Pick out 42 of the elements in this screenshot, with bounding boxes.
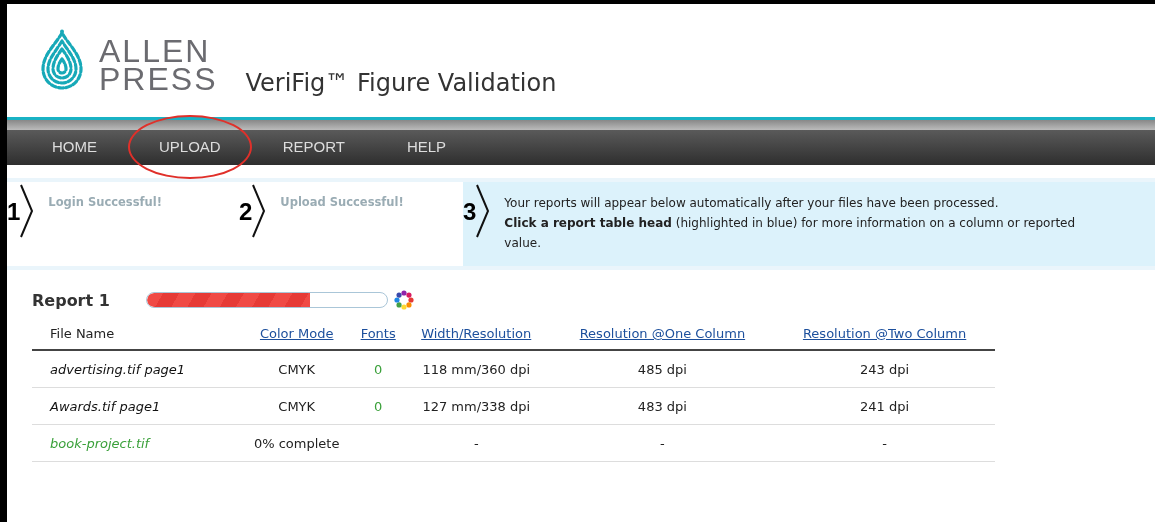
loading-spinner-icon: [394, 290, 414, 310]
step-status: Upload Successful!: [280, 195, 404, 209]
step-number: 3: [463, 198, 477, 226]
table-cell: CMYK: [278, 361, 316, 377]
step-number: 1: [7, 198, 21, 226]
nav-link[interactable]: HOME: [39, 138, 110, 155]
table-cell: CMYK: [278, 398, 316, 414]
table-cell: -: [473, 435, 479, 451]
table-cell: 127 mm/338 dpi: [422, 398, 531, 414]
report-title: Report 1: [32, 290, 111, 310]
step-number: 2: [239, 198, 253, 226]
column-header-link[interactable]: Width/Resolution: [421, 326, 532, 341]
chevron-icon: [20, 184, 35, 238]
nav-link[interactable]: UPLOAD: [146, 138, 234, 155]
file-name: Awards.tif page1: [50, 398, 161, 414]
brand-name: PRESS: [99, 65, 218, 93]
column-header: File Name: [50, 326, 115, 341]
column-header-link[interactable]: Color Mode: [259, 326, 334, 341]
table-cell: -: [882, 435, 887, 451]
step-status: Login Successful!: [48, 195, 162, 209]
instruction-text: Click a report table head (highlighted in blue) for more information on a column or reported value.: [504, 215, 1077, 252]
chevron-icon: [252, 184, 267, 238]
file-name: book-project.tif: [50, 435, 150, 451]
table-cell: 0% complete: [253, 435, 340, 451]
table-cell: 483 dpi: [637, 398, 687, 414]
table-cell: 118 mm/360 dpi: [422, 361, 531, 377]
nav-link[interactable]: HELP: [393, 138, 460, 155]
table-cell: 241 dpi: [860, 398, 910, 414]
nav-link[interactable]: REPORT: [269, 138, 358, 155]
instruction-text: Your reports will appear below automatically after your files have been processed.: [504, 195, 1000, 212]
chevron-icon: [476, 184, 491, 238]
table-cell: 485 dpi: [637, 361, 687, 377]
column-header-link[interactable]: Fonts: [360, 326, 396, 341]
table-cell: 243 dpi: [860, 361, 910, 377]
table-cell: 0: [374, 398, 383, 414]
file-name: advertising.tif page1: [50, 361, 186, 377]
table-cell: -: [660, 435, 665, 451]
table-cell: 0: [374, 361, 383, 377]
column-header-link[interactable]: Resolution @One Column: [579, 326, 746, 341]
app-title: VeriFig™ Figure Validation: [245, 69, 557, 97]
column-header-link[interactable]: Resolution @Two Column: [802, 326, 967, 341]
brand-name: ALLEN: [99, 37, 211, 65]
